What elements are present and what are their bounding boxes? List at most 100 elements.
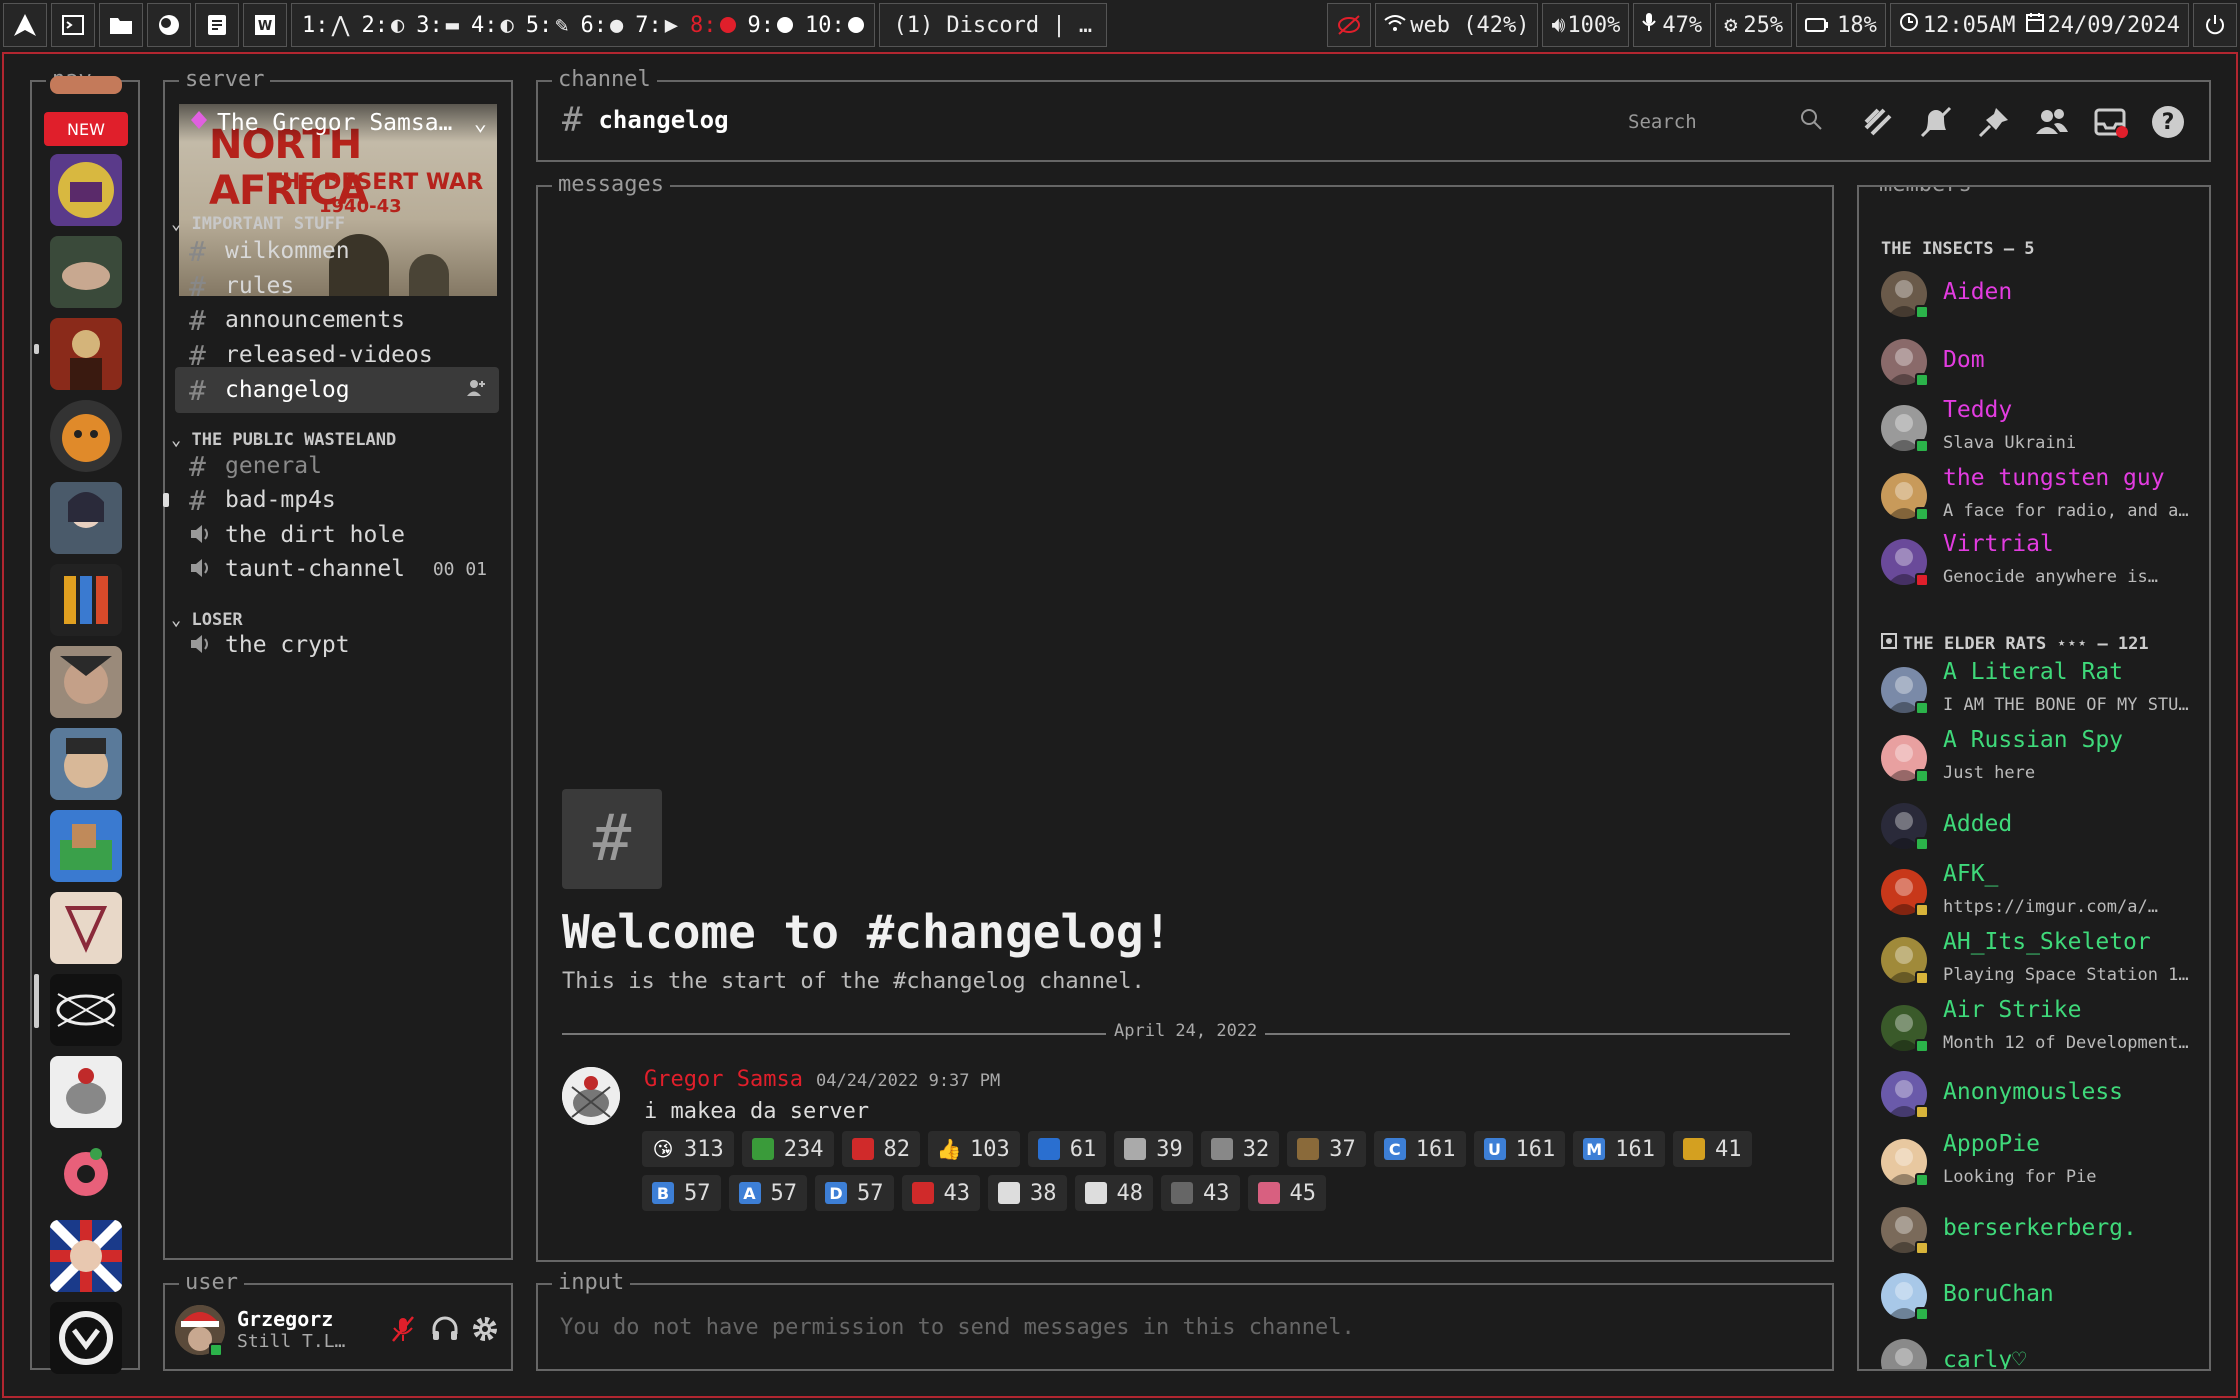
server-icon-fox[interactable] bbox=[50, 400, 122, 472]
reaction[interactable]: 41 bbox=[1673, 1131, 1752, 1167]
server-icon-emblem[interactable] bbox=[50, 1302, 122, 1374]
reaction[interactable]: 61 bbox=[1027, 1131, 1107, 1167]
member-item[interactable]: the tungsten guy A face for radio, and a… bbox=[1881, 465, 2201, 527]
reaction[interactable]: C 161 bbox=[1373, 1131, 1466, 1167]
channel-item-taunt-channel[interactable]: taunt-channel 00 01 bbox=[175, 546, 499, 592]
help-button[interactable]: ? bbox=[2148, 102, 2188, 142]
member-item[interactable]: Air Strike Month 12 of Development… bbox=[1881, 997, 2201, 1059]
reaction[interactable]: 82 bbox=[841, 1131, 920, 1167]
mute-button[interactable] bbox=[385, 1311, 421, 1347]
workspace-8[interactable]: 8: bbox=[690, 13, 736, 38]
reaction[interactable]: A 57 bbox=[728, 1175, 807, 1211]
member-item[interactable]: Virtrial Genocide anywhere is… bbox=[1881, 531, 2201, 593]
channel-item-changelog[interactable]: # changelog bbox=[175, 367, 499, 413]
server-icon-logo[interactable] bbox=[50, 892, 122, 964]
power-button[interactable] bbox=[2193, 3, 2237, 47]
reaction[interactable]: 45 bbox=[1247, 1175, 1326, 1211]
reaction[interactable]: 👍 103 bbox=[928, 1131, 1020, 1167]
member-item[interactable]: carly♡ bbox=[1881, 1333, 2201, 1371]
status-dot bbox=[1915, 1173, 1929, 1187]
volume-status[interactable]: 🔊︎ 100% bbox=[1542, 3, 1630, 47]
mic-muted-icon bbox=[392, 1316, 414, 1342]
window-title: (1) Discord | … bbox=[878, 3, 1107, 47]
member-item[interactable]: A Literal Rat I AM THE BONE OF MY STU… bbox=[1881, 659, 2201, 721]
notes-button[interactable] bbox=[195, 3, 239, 47]
reaction[interactable]: 234 bbox=[741, 1131, 834, 1167]
reaction[interactable]: U 161 bbox=[1473, 1131, 1566, 1167]
member-item[interactable]: Added bbox=[1881, 797, 2201, 857]
member-name: carly♡ bbox=[1943, 1347, 2027, 1371]
workspace-7[interactable]: 7: ▶ bbox=[635, 13, 678, 38]
workspace-9[interactable]: 9: bbox=[748, 13, 794, 38]
member-item[interactable]: Aiden bbox=[1881, 265, 2201, 325]
search-input[interactable]: Search bbox=[1628, 102, 1798, 142]
privacy-toggle[interactable] bbox=[1327, 3, 1372, 47]
server-icon-hands[interactable] bbox=[50, 236, 122, 308]
message-input[interactable]: You do not have permission to send messa… bbox=[560, 1315, 1355, 1340]
inbox-button[interactable] bbox=[2090, 102, 2130, 142]
reaction[interactable]: 😘 313 bbox=[642, 1131, 734, 1167]
member-item[interactable]: AFK_ https://imgur.com/a/… bbox=[1881, 861, 2201, 923]
workspace-3[interactable]: 3: ▬ bbox=[416, 13, 459, 38]
server-icon-portrait[interactable] bbox=[50, 728, 122, 800]
member-item[interactable]: AppoPie Looking for Pie bbox=[1881, 1131, 2201, 1193]
member-item[interactable]: Teddy Slava Ukraini bbox=[1881, 397, 2201, 459]
server-icon-flower[interactable] bbox=[50, 1138, 122, 1210]
reaction[interactable]: 48 bbox=[1074, 1175, 1153, 1211]
server-icon-sketch[interactable] bbox=[50, 974, 122, 1046]
search-icon[interactable] bbox=[1798, 106, 1824, 136]
member-item[interactable]: AH_Its_Skeletor Playing Space Station 1… bbox=[1881, 929, 2201, 991]
reaction[interactable]: 39 bbox=[1114, 1131, 1193, 1167]
member-item[interactable]: Anonymousless bbox=[1881, 1065, 2201, 1125]
brightness-status[interactable]: ⚙ 25% bbox=[1715, 3, 1793, 47]
server-icon-knight[interactable] bbox=[50, 318, 122, 390]
reaction[interactable]: 32 bbox=[1200, 1131, 1280, 1167]
server-icon-crest[interactable] bbox=[50, 154, 122, 226]
files-button[interactable] bbox=[99, 3, 143, 47]
mic-status[interactable]: 47% bbox=[1633, 3, 1712, 47]
reaction[interactable]: D 57 bbox=[815, 1175, 894, 1211]
member-item[interactable]: A Russian Spy Just here bbox=[1881, 727, 2201, 789]
deafen-button[interactable] bbox=[427, 1311, 463, 1347]
settings-button[interactable] bbox=[467, 1311, 503, 1347]
message-author[interactable]: Gregor Samsa bbox=[644, 1067, 803, 1092]
server-icon-face[interactable] bbox=[50, 646, 122, 718]
clock[interactable]: 12:05AM 24/09/2024 bbox=[1889, 3, 2189, 47]
reaction[interactable]: B 57 bbox=[642, 1175, 721, 1211]
word-button[interactable]: W bbox=[243, 3, 287, 47]
server-icon-anime[interactable] bbox=[50, 482, 122, 554]
channel-item-the-crypt[interactable]: the crypt bbox=[175, 622, 499, 668]
reaction[interactable]: 37 bbox=[1287, 1131, 1366, 1167]
workspace-10[interactable]: 10: bbox=[805, 13, 864, 38]
member-activity: Month 12 of Development… bbox=[1943, 1033, 2189, 1053]
server-icon-shelf[interactable] bbox=[50, 564, 122, 636]
server-icon-minecraft[interactable] bbox=[50, 810, 122, 882]
workspace-2[interactable]: 2: ◐ bbox=[362, 13, 405, 38]
reaction[interactable]: 38 bbox=[988, 1175, 1067, 1211]
workspace-6[interactable]: 6: ● bbox=[581, 13, 624, 38]
battery-status[interactable]: 18% bbox=[1796, 3, 1886, 47]
member-list-button[interactable] bbox=[2032, 102, 2072, 142]
workspace-1[interactable]: 1: ⋀ bbox=[302, 13, 350, 38]
browser-button[interactable] bbox=[147, 3, 191, 47]
launcher-button[interactable] bbox=[3, 3, 47, 47]
workspace-4[interactable]: 4: ◐ bbox=[471, 13, 514, 38]
server-icon-flag[interactable] bbox=[50, 1220, 122, 1292]
server-icon-bug[interactable] bbox=[50, 1056, 122, 1128]
member-item[interactable]: BoruChan bbox=[1881, 1267, 2201, 1327]
server-icon-top[interactable] bbox=[50, 76, 122, 94]
member-item[interactable]: Dom bbox=[1881, 333, 2201, 393]
reaction[interactable]: 43 bbox=[901, 1175, 980, 1211]
wifi-status[interactable]: web (42%) bbox=[1375, 3, 1539, 47]
server-name-header[interactable]: The Gregor Samsa… ⌄ bbox=[179, 104, 497, 142]
message-avatar[interactable] bbox=[562, 1067, 620, 1125]
reaction[interactable]: M 161 bbox=[1573, 1131, 1665, 1167]
threads-button[interactable] bbox=[1858, 102, 1898, 142]
terminal-button[interactable] bbox=[51, 3, 95, 47]
pinned-button[interactable] bbox=[1974, 102, 2014, 142]
notifications-button[interactable] bbox=[1916, 102, 1956, 142]
member-item[interactable]: berserkerberg. bbox=[1881, 1201, 2201, 1261]
workspace-5[interactable]: 5: ✎ bbox=[526, 13, 569, 38]
reaction[interactable]: 43 bbox=[1161, 1175, 1240, 1211]
invite-icon[interactable] bbox=[465, 377, 487, 404]
